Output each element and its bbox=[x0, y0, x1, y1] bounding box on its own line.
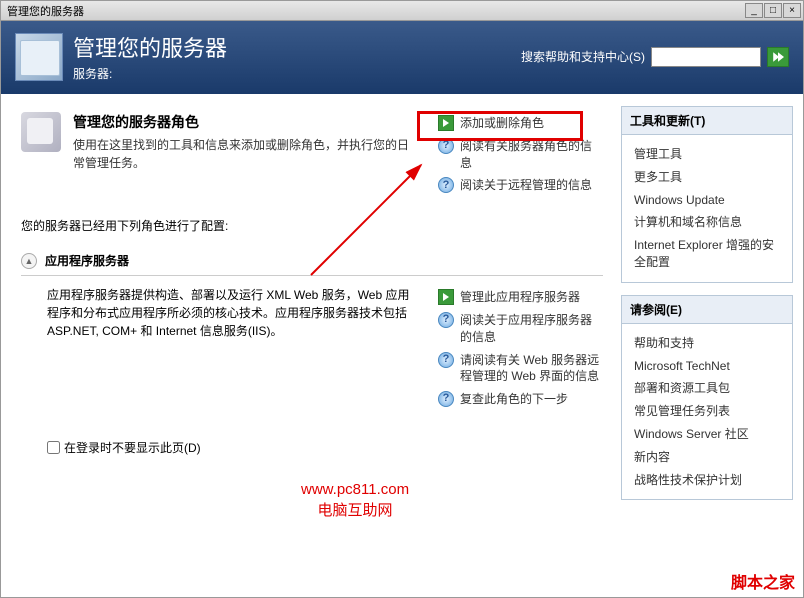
app-window: 管理您的服务器 _ □ × 管理您的服务器 服务器: 搜索帮助和支持中心(S) … bbox=[0, 0, 804, 598]
arrow-icon bbox=[438, 115, 454, 131]
server-icon bbox=[15, 33, 63, 81]
read-remote-link[interactable]: 阅读关于远程管理的信息 bbox=[460, 177, 592, 194]
app-server-actions: 管理此应用程序服务器 ? 阅读关于应用程序服务器的信息 ? 请阅读有关 Web … bbox=[438, 286, 603, 411]
read-roles-link[interactable]: 阅读有关服务器角色的信息 bbox=[460, 138, 603, 172]
header-text: 管理您的服务器 服务器: bbox=[73, 31, 227, 82]
sidebar-link[interactable]: 更多工具 bbox=[634, 166, 784, 189]
read-app-server-action[interactable]: ? 阅读关于应用程序服务器的信息 bbox=[438, 309, 603, 349]
search-area: 搜索帮助和支持中心(S) bbox=[521, 47, 789, 67]
help-icon: ? bbox=[438, 312, 454, 328]
sidebar: 工具和更新(T) 管理工具 更多工具 Windows Update 计算机和域名… bbox=[613, 94, 803, 598]
sidebar-link[interactable]: 战略性技术保护计划 bbox=[634, 469, 784, 492]
app-server-header: ▲ 应用程序服务器 bbox=[21, 248, 603, 276]
sidebar-link[interactable]: Windows Server 社区 bbox=[634, 423, 784, 446]
sidebar-link[interactable]: 帮助和支持 bbox=[634, 332, 784, 355]
manage-app-server-action[interactable]: 管理此应用程序服务器 bbox=[438, 286, 603, 309]
help-icon: ? bbox=[438, 177, 454, 193]
sidebar-link[interactable]: Microsoft TechNet bbox=[634, 355, 784, 378]
window-controls: _ □ × bbox=[745, 3, 801, 18]
minimize-button[interactable]: _ bbox=[745, 3, 763, 18]
tools-panel: 工具和更新(T) 管理工具 更多工具 Windows Update 计算机和域名… bbox=[621, 106, 793, 283]
arrow-icon bbox=[438, 289, 454, 305]
collapse-button[interactable]: ▲ bbox=[21, 253, 37, 269]
app-server-title: 应用程序服务器 bbox=[45, 252, 129, 269]
tools-panel-body: 管理工具 更多工具 Windows Update 计算机和域名称信息 Inter… bbox=[622, 135, 792, 282]
see-also-title: 请参阅(E) bbox=[622, 296, 792, 324]
roles-icon bbox=[21, 112, 61, 152]
sidebar-link[interactable]: Windows Update bbox=[634, 189, 784, 212]
configured-note: 您的服务器已经用下列角色进行了配置: bbox=[21, 217, 603, 234]
tools-panel-title: 工具和更新(T) bbox=[622, 107, 792, 135]
review-next-action[interactable]: ? 复查此角色的下一步 bbox=[438, 388, 603, 411]
add-remove-role-action[interactable]: 添加或删除角色 bbox=[438, 112, 603, 135]
help-icon: ? bbox=[438, 391, 454, 407]
add-remove-role-link[interactable]: 添加或删除角色 bbox=[460, 115, 544, 132]
search-label: 搜索帮助和支持中心(S) bbox=[521, 48, 645, 65]
roles-heading: 管理您的服务器角色 bbox=[73, 112, 416, 132]
titlebar: 管理您的服务器 _ □ × bbox=[1, 1, 803, 21]
sidebar-link[interactable]: 常见管理任务列表 bbox=[634, 400, 784, 423]
roles-description: 使用在这里找到的工具和信息来添加或删除角色，并执行您的日常管理任务。 bbox=[73, 136, 416, 172]
content-body: 管理您的服务器角色 使用在这里找到的工具和信息来添加或删除角色，并执行您的日常管… bbox=[1, 94, 803, 598]
manage-roles-section: 管理您的服务器角色 使用在这里找到的工具和信息来添加或删除角色，并执行您的日常管… bbox=[21, 112, 603, 197]
window-title: 管理您的服务器 bbox=[3, 3, 84, 19]
read-roles-action[interactable]: ? 阅读有关服务器角色的信息 bbox=[438, 135, 603, 175]
search-input[interactable] bbox=[651, 47, 761, 67]
see-also-panel: 请参阅(E) 帮助和支持 Microsoft TechNet 部署和资源工具包 … bbox=[621, 295, 793, 501]
read-remote-action[interactable]: ? 阅读关于远程管理的信息 bbox=[438, 174, 603, 197]
manage-app-server-link[interactable]: 管理此应用程序服务器 bbox=[460, 289, 580, 306]
dont-show-row: 在登录时不要显示此页(D) bbox=[21, 439, 603, 456]
review-next-link[interactable]: 复查此角色的下一步 bbox=[460, 391, 568, 408]
sidebar-link[interactable]: 计算机和域名称信息 bbox=[634, 211, 784, 234]
sidebar-link[interactable]: Internet Explorer 增强的安全配置 bbox=[634, 234, 784, 274]
search-go-button[interactable] bbox=[767, 47, 789, 67]
sidebar-link[interactable]: 管理工具 bbox=[634, 143, 784, 166]
dont-show-checkbox[interactable] bbox=[47, 441, 60, 454]
read-web-link[interactable]: 请阅读有关 Web 服务器远程管理的 Web 界面的信息 bbox=[460, 352, 603, 386]
read-app-server-link[interactable]: 阅读关于应用程序服务器的信息 bbox=[460, 312, 603, 346]
help-icon: ? bbox=[438, 138, 454, 154]
app-server-description: 应用程序服务器提供构造、部署以及运行 XML Web 服务，Web 应用程序和分… bbox=[47, 286, 426, 411]
dont-show-label[interactable]: 在登录时不要显示此页(D) bbox=[64, 439, 201, 456]
sidebar-link[interactable]: 部署和资源工具包 bbox=[634, 377, 784, 400]
header-banner: 管理您的服务器 服务器: 搜索帮助和支持中心(S) bbox=[1, 21, 803, 94]
page-title: 管理您的服务器 bbox=[73, 31, 227, 63]
read-web-action[interactable]: ? 请阅读有关 Web 服务器远程管理的 Web 界面的信息 bbox=[438, 349, 603, 389]
main-content: 管理您的服务器角色 使用在这里找到的工具和信息来添加或删除角色，并执行您的日常管… bbox=[1, 94, 613, 598]
roles-text: 管理您的服务器角色 使用在这里找到的工具和信息来添加或删除角色，并执行您的日常管… bbox=[73, 112, 426, 197]
see-also-body: 帮助和支持 Microsoft TechNet 部署和资源工具包 常见管理任务列… bbox=[622, 324, 792, 500]
roles-actions: 添加或删除角色 ? 阅读有关服务器角色的信息 ? 阅读关于远程管理的信息 bbox=[438, 112, 603, 197]
close-button[interactable]: × bbox=[783, 3, 801, 18]
app-server-body: 应用程序服务器提供构造、部署以及运行 XML Web 服务，Web 应用程序和分… bbox=[21, 276, 603, 421]
help-icon: ? bbox=[438, 352, 454, 368]
arrow-right-icon bbox=[772, 51, 784, 63]
server-label: 服务器: bbox=[73, 65, 227, 82]
sidebar-link[interactable]: 新内容 bbox=[634, 446, 784, 469]
maximize-button[interactable]: □ bbox=[764, 3, 782, 18]
